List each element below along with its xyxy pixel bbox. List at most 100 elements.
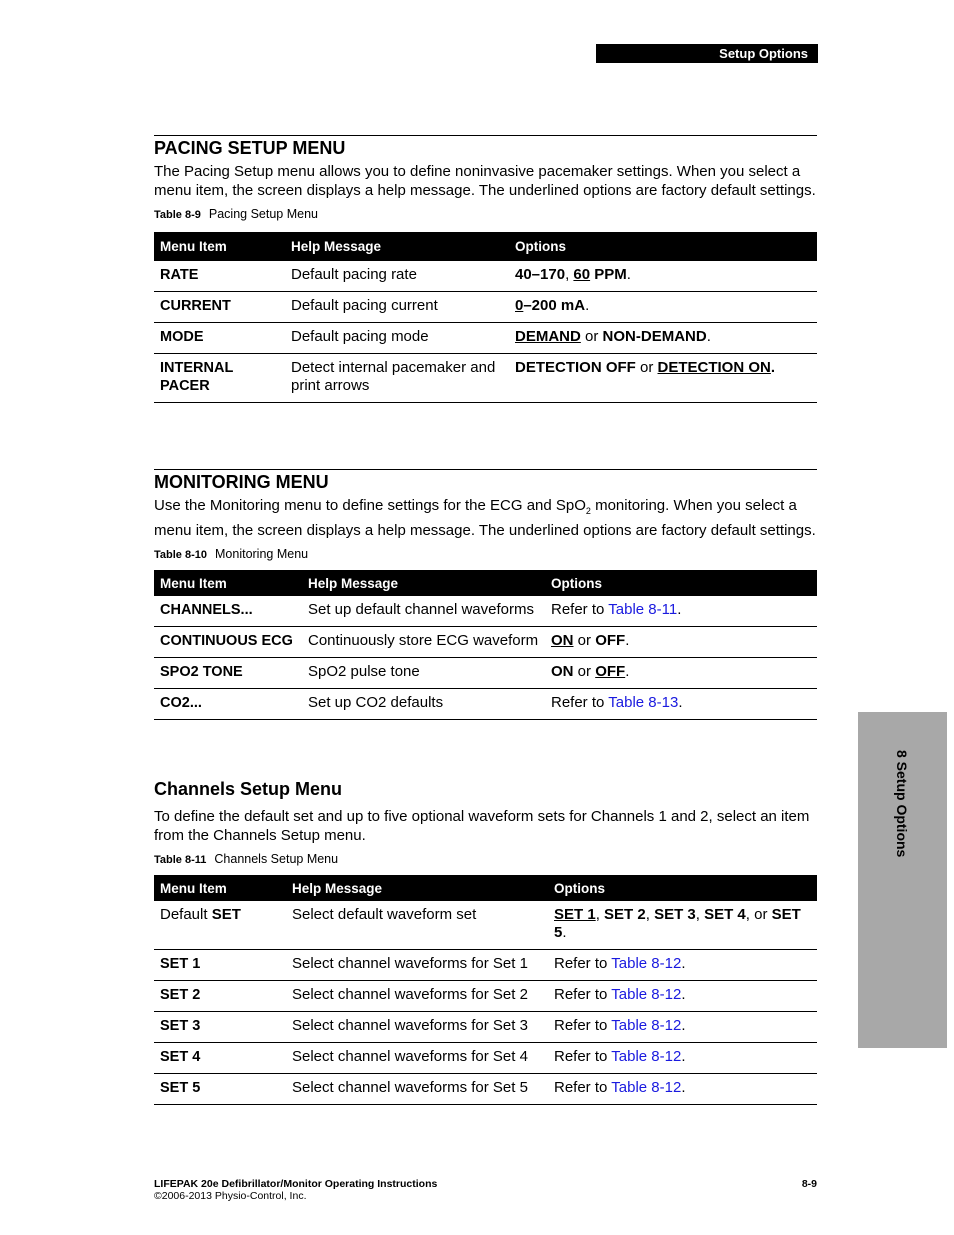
- section-intro: The Pacing Setup menu allows you to defi…: [154, 163, 816, 199]
- default-option: 60: [573, 266, 591, 283]
- page-number: 8-9: [801, 1178, 817, 1190]
- help-message-cell: Select channel waveforms for Set 1: [286, 949, 548, 981]
- table-caption-number: Table 8-10: [154, 549, 207, 561]
- option-text: Refer to: [554, 1017, 612, 1034]
- table-row: SET 3 Select channel waveforms for Set 3R…: [154, 1011, 817, 1043]
- menu-item-cell: SET 2: [154, 980, 286, 1012]
- column-header: Help Message: [302, 570, 545, 596]
- options-cell: ON or OFF.: [545, 657, 817, 689]
- channels-setup-section: Channels Setup Menu To define the defaul…: [154, 778, 817, 1105]
- menu-item-cell: CO2...: [154, 688, 302, 720]
- table-row: CURRENT Default pacing current 0–200 mA.: [154, 291, 817, 323]
- option-text: Refer to: [554, 1079, 612, 1096]
- section-header-tab: Setup Options: [596, 44, 818, 63]
- footer-document-title: LIFEPAK 20e Defibrillator/Monitor Operat…: [154, 1178, 438, 1190]
- option-text: .: [681, 1048, 686, 1065]
- options-cell: Refer to Table 8-12.: [548, 949, 817, 981]
- option-text: NON-DEMAND: [602, 328, 707, 345]
- table-cross-reference-link[interactable]: Table 8-12: [611, 986, 681, 1003]
- menu-item-cell: CURRENT: [154, 291, 285, 323]
- table-caption-text: Monitoring Menu: [215, 547, 309, 561]
- help-message-cell: Default pacing current: [285, 291, 509, 323]
- help-message-cell: Set up default channel waveforms: [302, 596, 545, 627]
- column-header: Options: [545, 570, 817, 596]
- help-message-cell: Continuously store ECG waveform: [302, 626, 545, 658]
- options-cell: 0–200 mA.: [509, 291, 817, 323]
- default-option: DETECTION ON: [657, 359, 771, 376]
- option-text: 40–170: [515, 266, 566, 283]
- default-option: SET 1: [554, 906, 596, 923]
- section-intro: Use the Monitoring menu to define settin…: [154, 496, 817, 540]
- option-text: or: [573, 632, 596, 649]
- options-cell: ON or OFF.: [545, 626, 817, 658]
- help-message-cell: Set up CO2 defaults: [302, 688, 545, 720]
- options-cell: Refer to Table 8-12.: [548, 1073, 817, 1105]
- pacing-setup-section: PACING SETUP MENU The Pacing Setup menu …: [154, 135, 817, 403]
- column-header: Options: [509, 232, 817, 261]
- menu-item-cell: RATE: [154, 261, 285, 292]
- options-cell: SET 1, SET 2, SET 3, SET 4, or SET 5.: [548, 901, 817, 950]
- table-cross-reference-link[interactable]: Table 8-11: [608, 601, 677, 618]
- option-text: SET: [211, 906, 241, 923]
- option-text: Refer to: [551, 694, 609, 711]
- option-text: ,: [645, 906, 655, 923]
- table-caption-text: Pacing Setup Menu: [208, 207, 318, 221]
- help-message-cell: Select channel waveforms for Set 5: [286, 1073, 548, 1105]
- table-caption: Table 8-10 Monitoring Menu: [154, 546, 817, 563]
- option-text: SET 2: [604, 906, 646, 923]
- table-row: INTERNAL PACER Detect internal pacemaker …: [154, 353, 817, 403]
- help-message-cell: Detect internal pacemaker and print arro…: [285, 353, 509, 403]
- column-header: Menu Item: [154, 232, 285, 261]
- option-text: .: [681, 955, 686, 972]
- option-text: .: [681, 1079, 686, 1096]
- table-row: SET 2 Select channel waveforms for Set 2R…: [154, 980, 817, 1012]
- help-message-cell: Select channel waveforms for Set 4: [286, 1042, 548, 1074]
- menu-item-cell: CHANNELS...: [154, 596, 302, 627]
- chapter-side-tab: 8 Setup Options: [858, 712, 947, 1048]
- channels-setup-table: Menu Item Help Message Options Default S…: [154, 875, 817, 1105]
- help-message-cell: Select channel waveforms for Set 2: [286, 980, 548, 1012]
- table-caption-text: Channels Setup Menu: [214, 852, 339, 866]
- option-text: Refer to: [551, 601, 609, 618]
- table-cross-reference-link[interactable]: Table 8-12: [611, 1048, 681, 1065]
- option-text: DETECTION OFF: [515, 359, 636, 376]
- table-caption-number: Table 8-9: [154, 209, 201, 221]
- options-cell: Refer to Table 8-12.: [548, 1011, 817, 1043]
- options-cell: 40–170, 60 PPM.: [509, 261, 817, 292]
- menu-item-cell: SPO2 TONE: [154, 657, 302, 689]
- option-text: .: [625, 663, 630, 680]
- footer-copyright: ©2006-2013 Physio-Control, Inc.: [154, 1190, 307, 1202]
- menu-item-cell: SET 5: [154, 1073, 286, 1105]
- table-row: SET 1 Select channel waveforms for Set 1R…: [154, 949, 817, 981]
- help-message-cell: Default pacing mode: [285, 322, 509, 354]
- table-cross-reference-link[interactable]: Table 8-12: [611, 955, 681, 972]
- option-text: .: [770, 359, 776, 376]
- menu-item-cell: SET 3: [154, 1011, 286, 1043]
- table-row: CHANNELS... Set up default channel wavefo…: [154, 596, 817, 627]
- default-option: OFF: [595, 663, 626, 680]
- column-header: Menu Item: [154, 570, 302, 596]
- table-row: SET 4 Select channel waveforms for Set 4R…: [154, 1042, 817, 1074]
- table-cross-reference-link[interactable]: Table 8-13: [608, 694, 678, 711]
- option-text: OFF: [595, 632, 626, 649]
- option-text: Refer to: [554, 1048, 612, 1065]
- menu-item-cell: Default SET: [154, 901, 286, 950]
- option-text: or: [573, 663, 596, 680]
- table-caption: Table 8-9 Pacing Setup Menu: [154, 206, 817, 223]
- section-title: MONITORING MENU: [154, 472, 329, 492]
- option-text: SET 3: [654, 906, 696, 923]
- default-option: DEMAND: [515, 328, 581, 345]
- menu-item-cell: SET 1: [154, 949, 286, 981]
- options-cell: Refer to Table 8-12.: [548, 1042, 817, 1074]
- table-header-row: Menu Item Help Message Options: [154, 232, 817, 261]
- table-cross-reference-link[interactable]: Table 8-12: [611, 1017, 681, 1034]
- option-text: .: [585, 297, 590, 314]
- table-caption: Table 8-11 Channels Setup Menu: [154, 851, 817, 868]
- menu-item-cell: INTERNAL PACER: [154, 353, 285, 403]
- option-text: .: [681, 986, 686, 1003]
- table-cross-reference-link[interactable]: Table 8-12: [611, 1079, 681, 1096]
- table-row: SPO2 TONE SpO2 pulse tone ON or OFF.: [154, 657, 817, 689]
- options-cell: Refer to Table 8-11.: [545, 596, 817, 627]
- menu-item-cell: CONTINUOUS ECG: [154, 626, 302, 658]
- monitoring-menu-table: Menu Item Help Message Options CHANNELS.…: [154, 570, 817, 720]
